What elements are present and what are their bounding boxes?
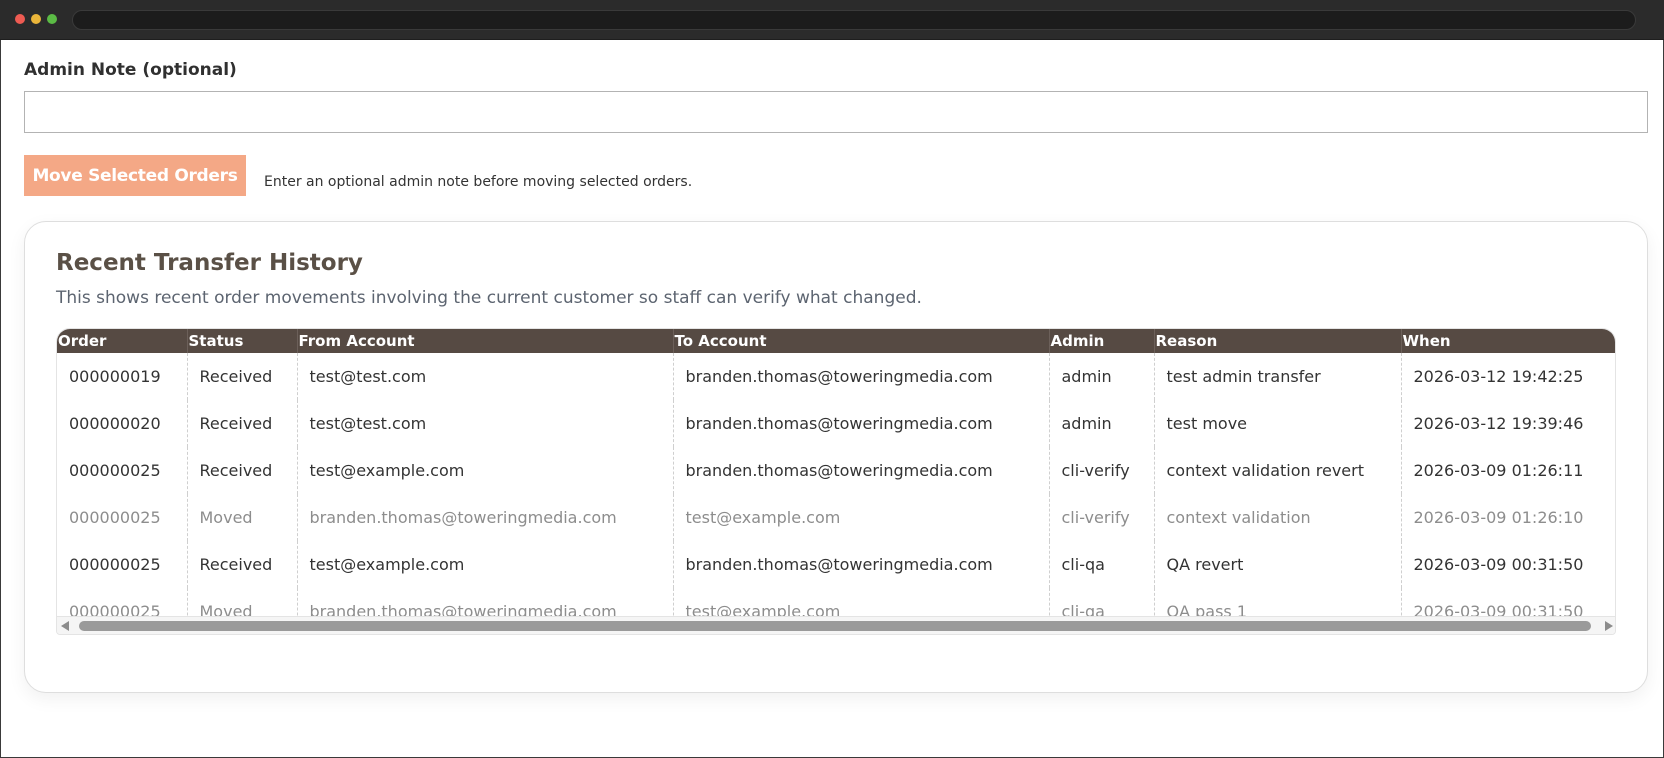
history-title: Recent Transfer History [56,250,363,276]
history-description: This shows recent order movements involv… [56,288,922,308]
status-cell: Received [187,353,298,400]
maximize-window-icon[interactable] [47,14,57,24]
history-table-container: Order Status From Account To Account Adm… [56,328,1616,635]
to-account-cell: branden.thomas@toweringmedia.com [673,400,1050,447]
page-content: Admin Note (optional) Move Selected Orde… [0,40,1664,758]
transfer-history-card: Recent Transfer History This shows recen… [24,221,1648,693]
admin-cell: cli-qa [1049,541,1155,588]
reason-cell: context validation [1154,494,1402,541]
from-account-cell: test@test.com [297,353,674,400]
from-account-cell: test@example.com [297,541,674,588]
close-window-icon[interactable] [15,14,25,24]
from-account-cell: test@test.com [297,400,674,447]
admin-cell: cli-verify [1049,494,1155,541]
table-row: 000000025 Received test@example.com bran… [57,447,1615,494]
table-row: 000000020 Received test@test.com branden… [57,400,1615,447]
status-cell: Received [187,400,298,447]
order-cell: 000000019 [57,353,188,400]
status-cell: Moved [187,494,298,541]
to-account-cell: branden.thomas@toweringmedia.com [673,541,1050,588]
when-cell: 2026-03-09 01:26:11 [1413,461,1584,480]
scroll-right-arrow-icon[interactable] [1605,621,1613,631]
reason-cell: context validation revert [1154,447,1402,494]
order-cell: 000000025 [57,494,188,541]
from-account-cell: test@example.com [297,447,674,494]
admin-note-input[interactable] [24,91,1648,133]
history-table: Order Status From Account To Account Adm… [57,329,1615,634]
scroll-left-arrow-icon[interactable] [61,621,69,631]
reason-cell: test move [1154,400,1402,447]
when-cell: 2026-03-09 00:31:50 [1413,555,1584,574]
order-cell: 000000025 [57,447,188,494]
status-cell: Received [187,541,298,588]
admin-cell: admin [1049,353,1155,400]
column-header-to-account[interactable]: To Account [673,329,1050,353]
move-hint-text: Enter an optional admin note before movi… [264,174,693,190]
column-header-order[interactable]: Order [57,329,188,353]
to-account-cell: test@example.com [673,494,1050,541]
to-account-cell: branden.thomas@toweringmedia.com [673,447,1050,494]
address-bar[interactable] [72,10,1636,30]
order-cell: 000000020 [57,400,188,447]
column-header-when[interactable]: When [1401,329,1615,353]
scrollbar-thumb[interactable] [79,621,1591,631]
admin-note-label: Admin Note (optional) [24,60,237,80]
status-cell: Received [187,447,298,494]
admin-cell: admin [1049,400,1155,447]
horizontal-scrollbar[interactable] [57,616,1615,634]
table-header-row: Order Status From Account To Account Adm… [57,329,1615,353]
admin-cell: cli-verify [1049,447,1155,494]
from-account-cell: branden.thomas@toweringmedia.com [297,494,674,541]
when-cell: 2026-03-12 19:39:46 [1413,414,1584,433]
minimize-window-icon[interactable] [31,14,41,24]
column-header-admin[interactable]: Admin [1049,329,1155,353]
table-row: 000000025 Moved branden.thomas@toweringm… [57,494,1615,541]
browser-titlebar [0,0,1664,40]
table-row: 000000025 Received test@example.com bran… [57,541,1615,588]
move-selected-orders-button[interactable]: Move Selected Orders [24,155,246,196]
reason-cell: test admin transfer [1154,353,1402,400]
table-row: 000000019 Received test@test.com branden… [57,353,1615,400]
column-header-reason[interactable]: Reason [1154,329,1402,353]
reason-cell: QA revert [1154,541,1402,588]
when-cell: 2026-03-12 19:42:25 [1413,367,1584,386]
order-cell: 000000025 [57,541,188,588]
column-header-from-account[interactable]: From Account [297,329,674,353]
to-account-cell: branden.thomas@toweringmedia.com [673,353,1050,400]
when-cell: 2026-03-09 01:26:10 [1413,508,1584,527]
column-header-status[interactable]: Status [187,329,298,353]
